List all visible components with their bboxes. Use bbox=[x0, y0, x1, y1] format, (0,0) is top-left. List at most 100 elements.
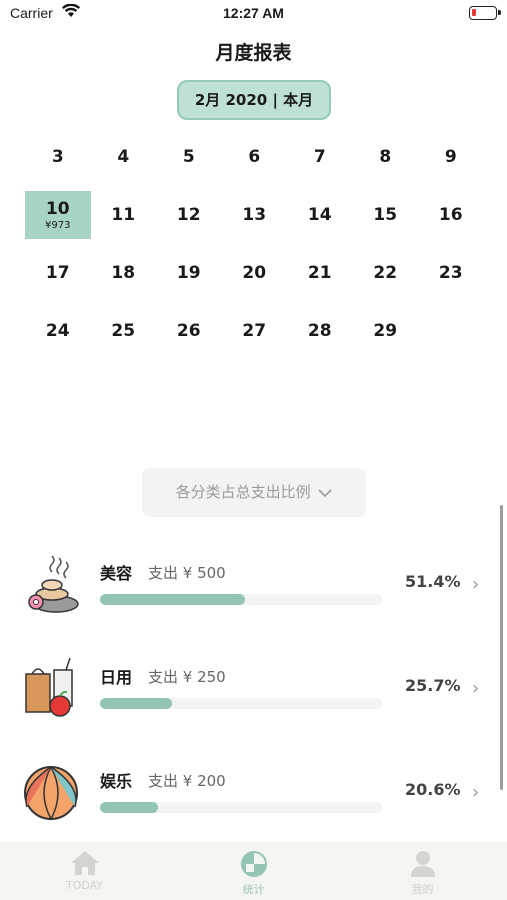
chevron-right-icon: › bbox=[472, 678, 480, 699]
profile-icon bbox=[410, 851, 435, 877]
tab-bar: TODAY 统计 我的 bbox=[0, 842, 507, 900]
calendar-day-number: 21 bbox=[307, 263, 332, 283]
calendar-day-number: 29 bbox=[373, 321, 398, 341]
tab-stats[interactable]: 统计 bbox=[169, 842, 338, 900]
calendar-day-12[interactable]: 12 bbox=[156, 191, 222, 239]
stats-icon bbox=[240, 851, 267, 877]
calendar-week-row: 17 18 19 20 21 22 23 bbox=[25, 244, 485, 302]
calendar-day-9[interactable]: 9 bbox=[418, 133, 484, 181]
calendar-day-number: 17 bbox=[45, 263, 70, 283]
calendar-day-number: 4 bbox=[117, 147, 130, 167]
calendar-day-22[interactable]: 22 bbox=[353, 249, 419, 297]
calendar-day-8[interactable]: 8 bbox=[353, 133, 419, 181]
beach-ball-icon bbox=[24, 766, 78, 820]
progress-track bbox=[100, 698, 382, 709]
calendar-day-14[interactable]: 14 bbox=[287, 191, 353, 239]
calendar-day-5[interactable]: 5 bbox=[156, 133, 222, 181]
clock: 12:27 AM bbox=[223, 5, 284, 21]
calendar-day-number: 22 bbox=[373, 263, 398, 283]
calendar-day-number: 16 bbox=[438, 205, 463, 225]
calendar-day-28[interactable]: 28 bbox=[287, 307, 353, 355]
calendar-day-16[interactable]: 16 bbox=[418, 191, 484, 239]
battery-icon bbox=[469, 6, 501, 20]
status-bar: Carrier 12:27 AM bbox=[0, 0, 507, 28]
calendar-day-21[interactable]: 21 bbox=[287, 249, 353, 297]
calendar-day-amount: ¥973 bbox=[45, 220, 71, 231]
calendar-day-27[interactable]: 27 bbox=[222, 307, 288, 355]
calendar-day-number: 28 bbox=[307, 321, 332, 341]
calendar-day-number: 6 bbox=[248, 147, 261, 167]
calendar-day-number: 25 bbox=[111, 321, 136, 341]
calendar-day-number: 13 bbox=[242, 205, 267, 225]
progress-track bbox=[100, 802, 382, 813]
calendar-day-18[interactable]: 18 bbox=[91, 249, 157, 297]
tab-label: TODAY bbox=[65, 879, 104, 892]
progress-fill bbox=[100, 698, 173, 709]
calendar-day-20[interactable]: 20 bbox=[222, 249, 288, 297]
calendar-day-number: 27 bbox=[242, 321, 267, 341]
category-item-beauty[interactable]: 美容 支出 ¥ 500 51.4% › bbox=[0, 530, 507, 634]
calendar-day-number: 18 bbox=[111, 263, 136, 283]
calendar-day-number: 11 bbox=[111, 205, 136, 225]
calendar-week-row: 10 ¥973 11 12 13 14 15 16 bbox=[25, 186, 485, 244]
calendar-day-19[interactable]: 19 bbox=[156, 249, 222, 297]
calendar-day-number: 12 bbox=[176, 205, 201, 225]
calendar-day-15[interactable]: 15 bbox=[353, 191, 419, 239]
category-name: 美容 bbox=[100, 564, 133, 583]
category-item-entertainment[interactable]: 娱乐 支出 ¥ 200 20.6% › bbox=[0, 738, 507, 842]
calendar-day-number: 3 bbox=[51, 147, 64, 167]
calendar-day-3[interactable]: 3 bbox=[25, 133, 91, 181]
tab-today[interactable]: TODAY bbox=[0, 842, 169, 900]
category-spend: 支出 ¥ 500 bbox=[148, 564, 226, 582]
month-selector-button[interactable]: 2月 2020 | 本月 bbox=[177, 80, 331, 120]
chevron-right-icon: › bbox=[472, 574, 480, 595]
calendar-day-number: 10 bbox=[45, 199, 70, 219]
calendar-day-26[interactable]: 26 bbox=[156, 307, 222, 355]
home-icon bbox=[70, 851, 99, 875]
calendar-day-number: 19 bbox=[176, 263, 201, 283]
calendar-day-6[interactable]: 6 bbox=[222, 133, 288, 181]
progress-fill bbox=[100, 802, 159, 813]
calendar-day-23[interactable]: 23 bbox=[418, 249, 484, 297]
calendar-day-number: 15 bbox=[373, 205, 398, 225]
category-ratio-label: 各分类占总支出比例 bbox=[175, 483, 311, 501]
calendar-day-29[interactable]: 29 bbox=[353, 307, 419, 355]
calendar-day-number: 5 bbox=[182, 147, 195, 167]
category-percent: 20.6% bbox=[405, 780, 461, 799]
calendar-week-row: 3 4 5 6 7 8 9 bbox=[25, 128, 485, 186]
calendar-day-4[interactable]: 4 bbox=[91, 133, 157, 181]
calendar-day-7[interactable]: 7 bbox=[287, 133, 353, 181]
category-spend: 支出 ¥ 200 bbox=[148, 772, 226, 790]
calendar-day-10[interactable]: 10 ¥973 bbox=[25, 191, 91, 239]
tab-profile[interactable]: 我的 bbox=[338, 842, 507, 900]
progress-fill bbox=[100, 594, 245, 605]
calendar-day-24[interactable]: 24 bbox=[25, 307, 91, 355]
calendar-week-row: 24 25 26 27 28 29 bbox=[25, 302, 485, 360]
calendar-day-number: 23 bbox=[438, 263, 463, 283]
category-item-daily[interactable]: 日用 支出 ¥ 250 25.7% › bbox=[0, 634, 507, 738]
calendar-day-number: 26 bbox=[176, 321, 201, 341]
calendar-day-number: 8 bbox=[379, 147, 392, 167]
calendar-day-25[interactable]: 25 bbox=[91, 307, 157, 355]
calendar-day-number: 14 bbox=[307, 205, 332, 225]
category-name: 日用 bbox=[100, 668, 133, 687]
scrollbar[interactable] bbox=[500, 505, 503, 790]
tab-label: 我的 bbox=[411, 883, 434, 896]
calendar-day-number: 20 bbox=[242, 263, 267, 283]
chevron-right-icon: › bbox=[472, 782, 480, 803]
category-spend: 支出 ¥ 250 bbox=[148, 668, 226, 686]
calendar-day-number: 24 bbox=[45, 321, 70, 341]
calendar-day-13[interactable]: 13 bbox=[222, 191, 288, 239]
calendar-day-17[interactable]: 17 bbox=[25, 249, 91, 297]
chevron-down-icon bbox=[318, 488, 332, 497]
category-ratio-dropdown[interactable]: 各分类占总支出比例 bbox=[142, 468, 366, 517]
calendar-day-number: 7 bbox=[313, 147, 326, 167]
calendar-day-11[interactable]: 11 bbox=[91, 191, 157, 239]
category-percent: 25.7% bbox=[405, 676, 461, 695]
spa-stones-icon bbox=[28, 555, 79, 613]
category-percent: 51.4% bbox=[405, 572, 461, 591]
tab-label: 统计 bbox=[242, 883, 265, 896]
calendar-day-number: 9 bbox=[444, 147, 457, 167]
page-title: 月度报表 bbox=[215, 42, 292, 64]
groceries-icon bbox=[25, 657, 73, 717]
